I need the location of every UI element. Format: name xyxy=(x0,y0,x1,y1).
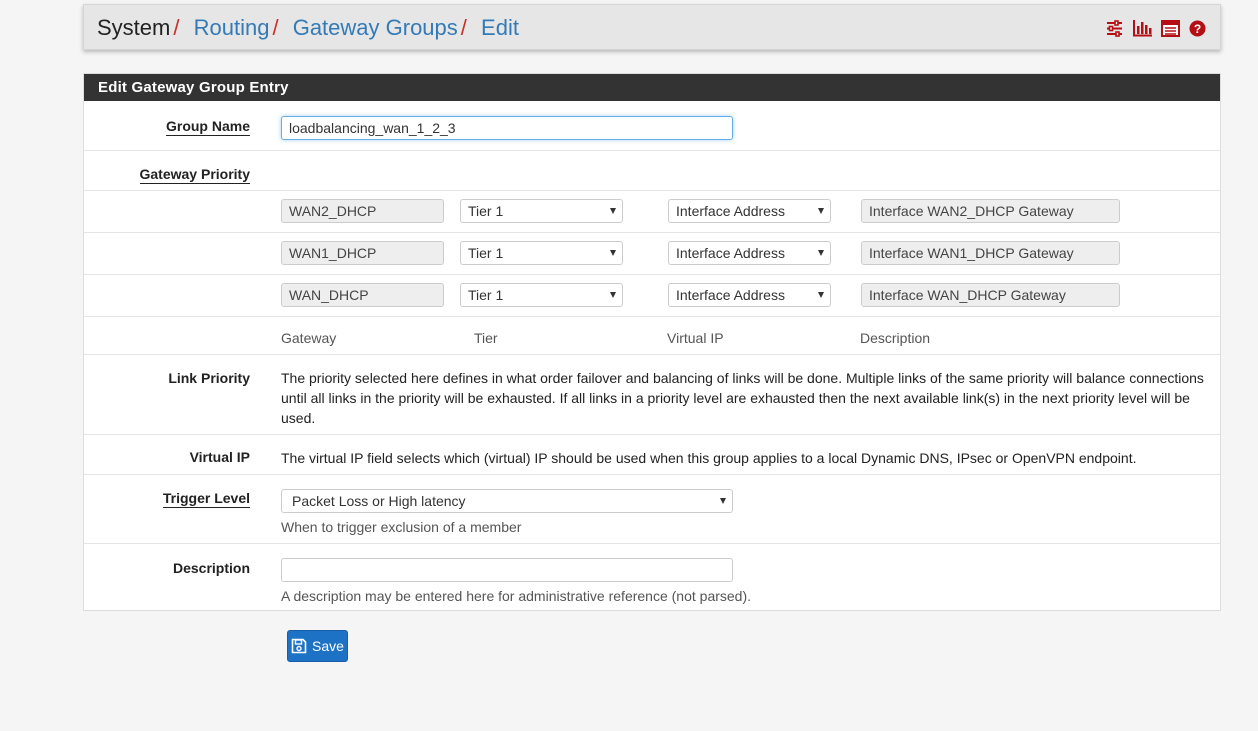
trigger-level-help: When to trigger exclusion of a member xyxy=(281,519,522,535)
description-label: Description xyxy=(172,560,250,576)
tier-select[interactable]: Tier 1 xyxy=(460,283,623,307)
breadcrumb-system: System xyxy=(97,15,171,40)
caret-down-icon xyxy=(818,292,824,298)
gateway-row-wan2: WAN2_DHCP Tier 1 Interface Address Inter… xyxy=(84,190,1220,233)
breadcrumb: System / Routing / Gateway Groups / Edit xyxy=(97,15,519,41)
list-icon[interactable] xyxy=(1161,20,1180,37)
breadcrumb-separator: / xyxy=(173,15,180,40)
breadcrumb-gateway-groups[interactable]: Gateway Groups xyxy=(293,15,458,40)
group-name-input[interactable]: loadbalancing_wan_1_2_3 xyxy=(281,116,733,140)
group-name-label: Group Name xyxy=(165,118,250,136)
virtual-ip-select[interactable]: Interface Address xyxy=(668,283,831,307)
tier-select[interactable]: Tier 1 xyxy=(460,241,623,265)
tier-select-value: Tier 1 xyxy=(468,287,504,303)
virtual-ip-select-value: Interface Address xyxy=(676,203,785,219)
breadcrumb-edit[interactable]: Edit xyxy=(481,15,519,40)
column-header-gateway: Gateway xyxy=(281,330,337,346)
breadcrumb-routing[interactable]: Routing xyxy=(194,15,270,40)
floppy-disk-icon xyxy=(291,638,307,654)
gateway-columns-row: Gateway Tier Virtual IP Description xyxy=(84,316,1220,355)
trigger-level-select[interactable]: Packet Loss or High latency xyxy=(281,489,733,513)
caret-down-icon xyxy=(610,250,616,256)
link-priority-text: The priority selected here defines in wh… xyxy=(281,370,1204,426)
virtual-ip-text: The virtual IP field selects which (virt… xyxy=(281,450,1137,466)
gateway-row-wan1: WAN1_DHCP Tier 1 Interface Address Inter… xyxy=(84,232,1220,275)
virtual-ip-select-value: Interface Address xyxy=(676,287,785,303)
breadcrumb-separator: / xyxy=(460,15,467,40)
save-button[interactable]: Save xyxy=(287,630,348,662)
caret-down-icon xyxy=(818,208,824,214)
gateway-name-field: WAN_DHCP xyxy=(281,283,444,307)
help-icon[interactable]: ? xyxy=(1189,20,1206,37)
caret-down-icon xyxy=(720,498,726,504)
gateway-name-field: WAN1_DHCP xyxy=(281,241,444,265)
save-button-label: Save xyxy=(312,638,344,654)
virtual-ip-select[interactable]: Interface Address xyxy=(668,199,831,223)
edit-gateway-group-panel: Edit Gateway Group Entry Group Name load… xyxy=(83,73,1221,611)
gateway-priority-label: Gateway Priority xyxy=(139,166,250,184)
svg-text:?: ? xyxy=(1194,22,1201,36)
caret-down-icon xyxy=(610,292,616,298)
description-row: Description A description may be entered… xyxy=(84,543,1220,611)
caret-down-icon xyxy=(610,208,616,214)
virtual-ip-select[interactable]: Interface Address xyxy=(668,241,831,265)
gateway-description-field: Interface WAN_DHCP Gateway xyxy=(861,283,1120,307)
column-header-virtual-ip: Virtual IP xyxy=(667,330,724,346)
group-name-row: Group Name loadbalancing_wan_1_2_3 xyxy=(84,101,1220,150)
trigger-level-select-value: Packet Loss or High latency xyxy=(292,493,466,509)
breadcrumb-separator: / xyxy=(272,15,279,40)
gateway-name-field: WAN2_DHCP xyxy=(281,199,444,223)
sliders-icon[interactable] xyxy=(1106,20,1123,37)
gateway-row-wan: WAN_DHCP Tier 1 Interface Address Interf… xyxy=(84,274,1220,317)
virtual-ip-row: Virtual IP The virtual IP field selects … xyxy=(84,434,1220,475)
trigger-level-row: Trigger Level Packet Loss or High latenc… xyxy=(84,474,1220,544)
tier-select-value: Tier 1 xyxy=(468,203,504,219)
panel-title: Edit Gateway Group Entry xyxy=(84,74,1220,101)
virtual-ip-label: Virtual IP xyxy=(189,449,250,465)
column-header-description: Description xyxy=(860,330,931,346)
virtual-ip-select-value: Interface Address xyxy=(676,245,785,261)
column-header-tier: Tier xyxy=(474,330,498,346)
gateway-description-field: Interface WAN2_DHCP Gateway xyxy=(861,199,1120,223)
gateway-description-field: Interface WAN1_DHCP Gateway xyxy=(861,241,1120,265)
description-help: A description may be entered here for ad… xyxy=(281,588,752,604)
header-icons: ? xyxy=(1106,20,1206,37)
caret-down-icon xyxy=(818,250,824,256)
page-header: System/ Routing/ Gateway Groups/ Edit xyxy=(83,4,1221,50)
description-input[interactable] xyxy=(281,558,733,582)
bar-chart-icon[interactable] xyxy=(1132,20,1152,37)
gateway-priority-row: Gateway Priority xyxy=(84,150,1220,191)
link-priority-label: Link Priority xyxy=(168,370,250,386)
trigger-level-label: Trigger Level xyxy=(162,490,250,508)
tier-select[interactable]: Tier 1 xyxy=(460,199,623,223)
link-priority-row: Link Priority The priority selected here… xyxy=(84,354,1220,435)
tier-select-value: Tier 1 xyxy=(468,245,504,261)
